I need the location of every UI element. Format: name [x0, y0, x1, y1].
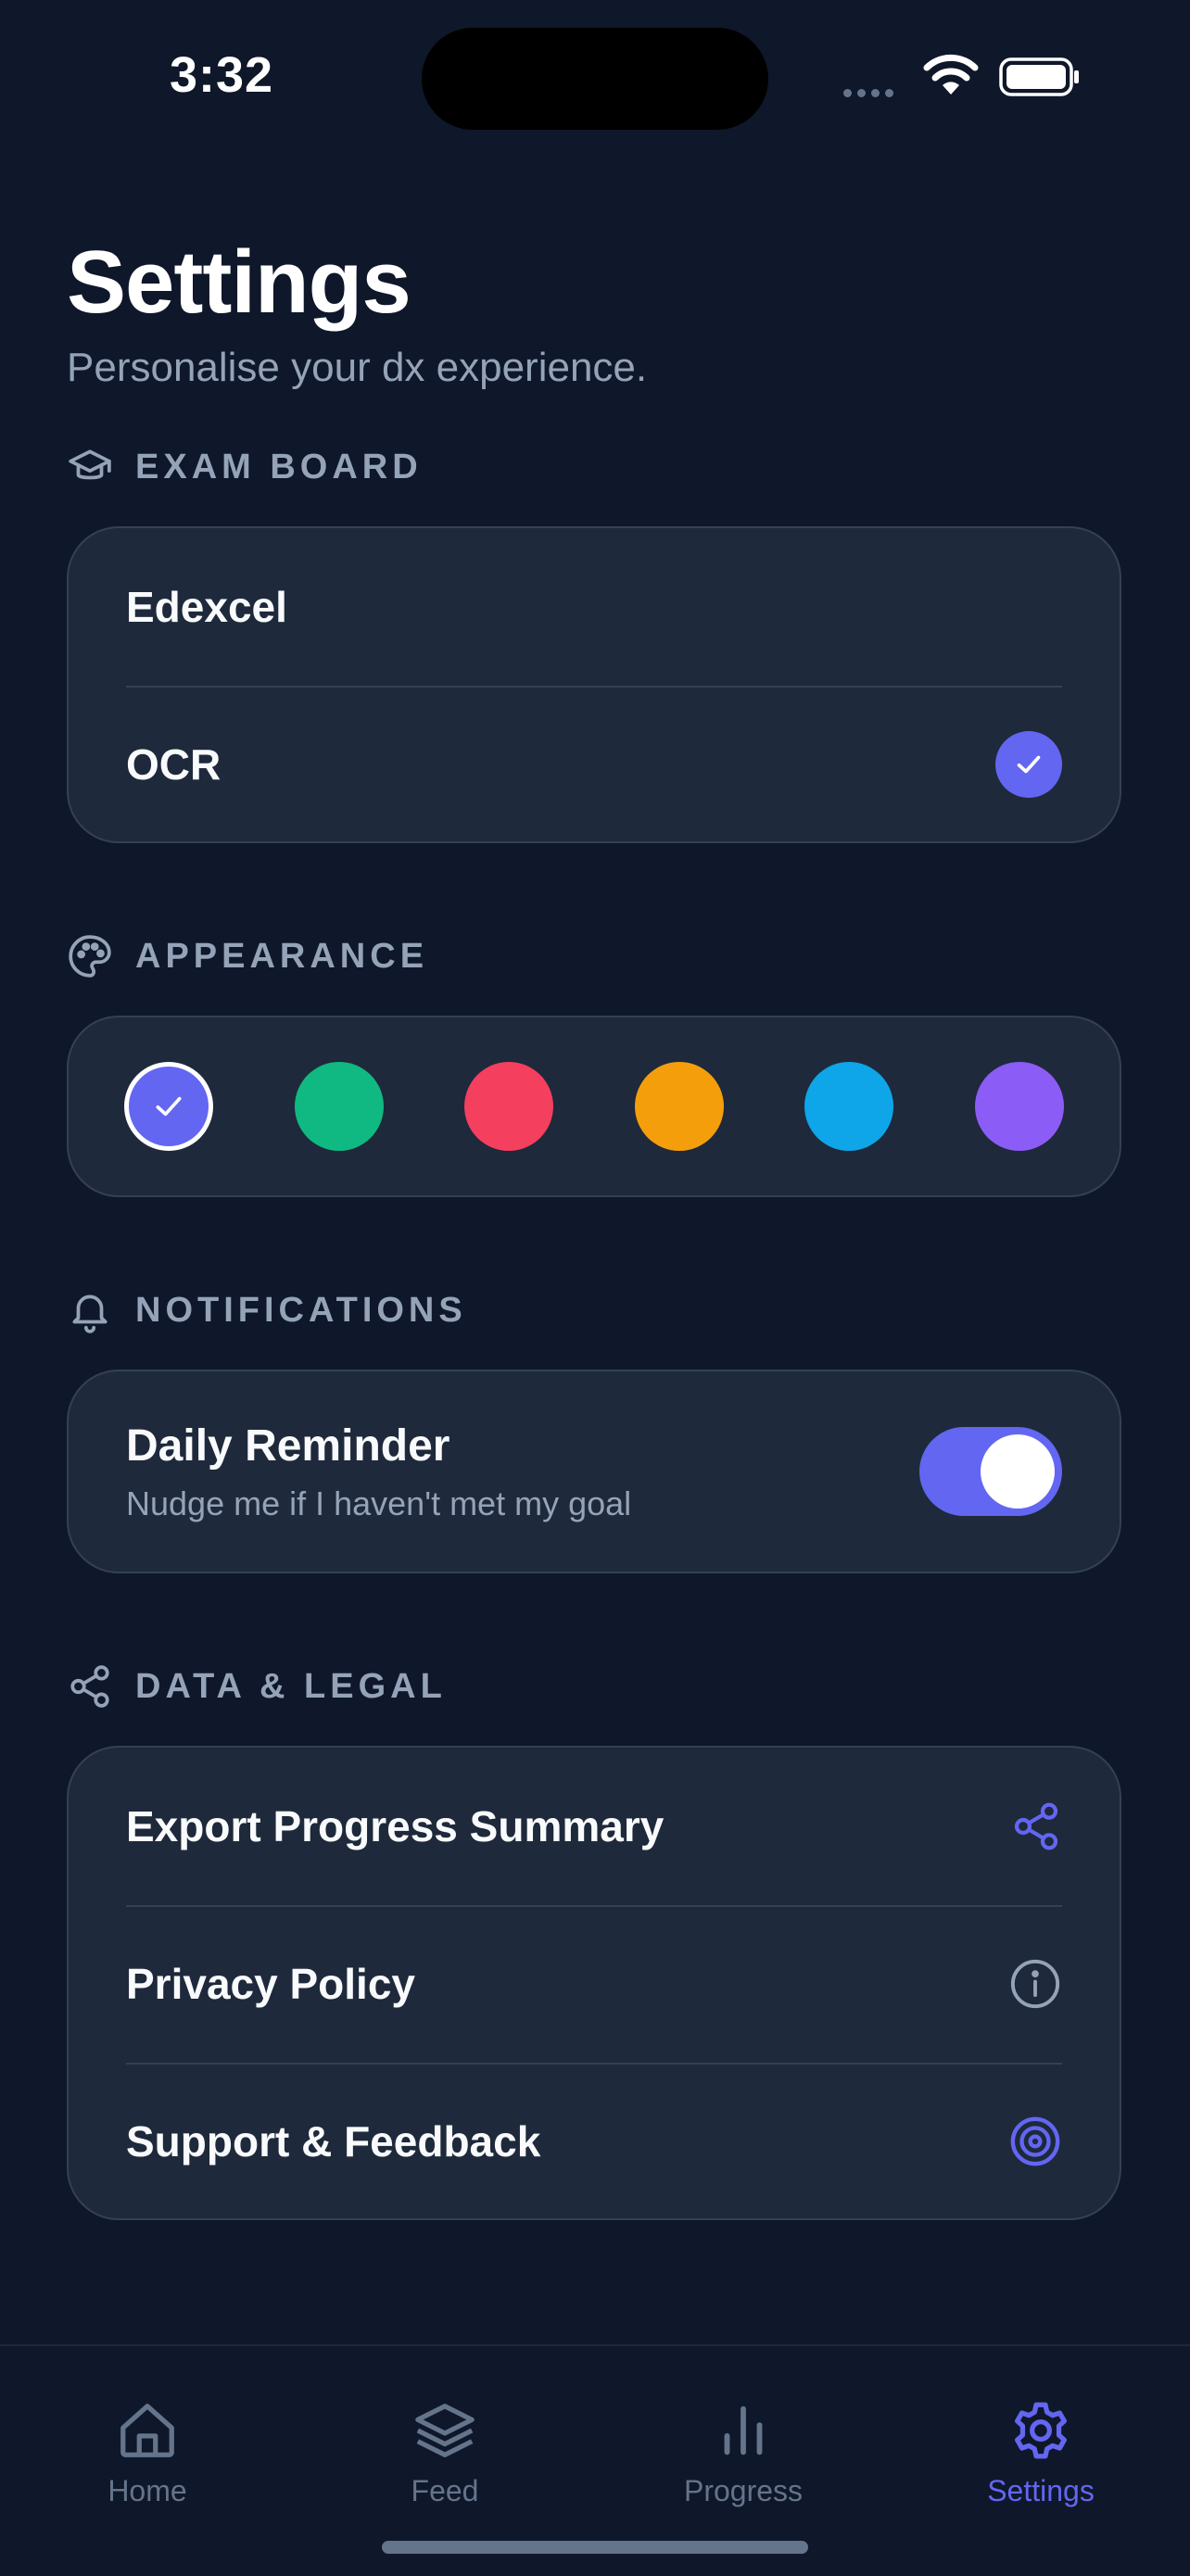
bar-chart-icon: [724, 2406, 763, 2456]
section-label-text: EXAM BOARD: [135, 447, 423, 486]
graduation-cap-icon: [67, 444, 113, 490]
data-legal-card: Export Progress Summary Privacy Policy S…: [67, 1746, 1121, 2220]
tab-progress[interactable]: Progress: [651, 2398, 836, 2508]
home-icon: [120, 2404, 174, 2457]
daily-reminder-row: Daily Reminder Nudge me if I haven't met…: [69, 1371, 1120, 1572]
gear-icon: [1015, 2402, 1067, 2459]
tab-home[interactable]: Home: [55, 2398, 240, 2508]
daily-reminder-title: Daily Reminder: [126, 1421, 450, 1471]
row-label: Privacy Policy: [126, 1960, 415, 2008]
tab-label: Feed: [411, 2474, 479, 2507]
option-label: Edexcel: [126, 583, 287, 631]
section-label-exam-board: EXAM BOARD: [67, 441, 423, 493]
color-swatch-red[interactable]: [464, 1062, 554, 1151]
checkmark-icon: [156, 1096, 182, 1117]
info-icon: [1010, 1959, 1060, 2009]
exam-board-option-edexcel[interactable]: Edexcel: [69, 528, 1120, 686]
tab-label: Progress: [683, 2474, 804, 2507]
status-bar: 3:32: [0, 0, 1190, 148]
support-feedback-row[interactable]: Support & Feedback: [69, 2063, 1120, 2220]
row-label: Export Progress Summary: [126, 1802, 665, 1850]
tab-settings[interactable]: Settings: [948, 2398, 1133, 2508]
appearance-card: [67, 1016, 1121, 1197]
tab-feed[interactable]: Feed: [352, 2398, 538, 2508]
share-icon: [67, 1663, 113, 1710]
notifications-card: Daily Reminder Nudge me if I haven't met…: [67, 1370, 1121, 1573]
toggle-knob: [981, 1434, 1055, 1509]
row-label: Support & Feedback: [126, 2117, 541, 2166]
color-swatch-amber[interactable]: [634, 1062, 724, 1151]
page-title: Settings: [67, 233, 411, 332]
cellular-signal-icon: [843, 85, 899, 102]
daily-reminder-subtitle: Nudge me if I haven't met my goal: [126, 1484, 632, 1522]
section-label-appearance: APPEARANCE: [67, 930, 428, 982]
section-label-text: DATA & LEGAL: [135, 1666, 447, 1706]
daily-reminder-toggle[interactable]: [919, 1427, 1062, 1516]
share-icon: [1014, 1802, 1058, 1850]
tab-label: Settings: [987, 2474, 1095, 2507]
exam-board-option-ocr[interactable]: OCR: [69, 686, 1120, 843]
layers-icon: [415, 2404, 475, 2457]
color-swatch-violet[interactable]: [974, 1062, 1064, 1151]
wifi-icon: [923, 54, 979, 95]
export-progress-summary-row[interactable]: Export Progress Summary: [69, 1748, 1120, 1905]
section-label-data-legal: DATA & LEGAL: [67, 1661, 447, 1712]
battery-icon: [999, 57, 1079, 96]
dynamic-island: [422, 28, 768, 130]
privacy-policy-row[interactable]: Privacy Policy: [69, 1905, 1120, 2063]
bell-icon: [67, 1287, 113, 1333]
status-time: 3:32: [170, 47, 274, 103]
color-swatch-sky[interactable]: [804, 1062, 894, 1151]
page-subtitle: Personalise your dx experience.: [67, 345, 648, 390]
target-icon: [1010, 2116, 1060, 2166]
section-label-text: NOTIFICATIONS: [135, 1290, 467, 1330]
checkmark-icon: [995, 731, 1062, 798]
color-swatch-green[interactable]: [294, 1062, 384, 1151]
option-label: OCR: [126, 740, 222, 789]
home-indicator[interactable]: [382, 2541, 808, 2554]
tab-label: Home: [108, 2474, 187, 2507]
exam-board-card: Edexcel OCR: [67, 526, 1121, 843]
palette-icon: [67, 933, 113, 979]
section-label-text: APPEARANCE: [135, 936, 429, 976]
color-swatches: [69, 1017, 1120, 1195]
section-label-notifications: NOTIFICATIONS: [67, 1284, 467, 1336]
color-swatch-indigo[interactable]: [124, 1062, 213, 1151]
